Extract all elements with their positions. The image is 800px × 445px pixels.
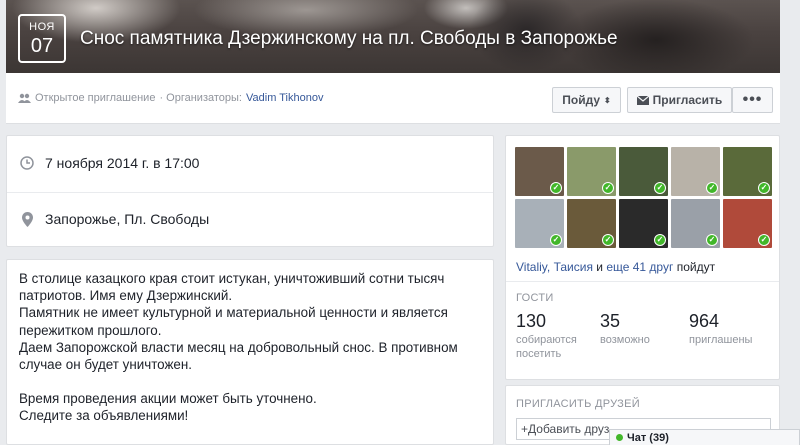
checkmark-icon: ✓ <box>706 182 718 194</box>
event-title: Снос памятника Дзержинскому на пл. Свобо… <box>80 28 618 49</box>
friend-avatar[interactable]: ✓ <box>619 147 668 196</box>
invite-button[interactable]: Пригласить <box>627 87 732 113</box>
invite-button-label: Пригласить <box>652 93 723 107</box>
stat-invited[interactable]: 964 приглашены <box>689 311 769 347</box>
privacy-label: Открытое приглашение <box>35 92 156 104</box>
friend-avatar[interactable]: ✓ <box>567 147 616 196</box>
checkmark-icon: ✓ <box>602 182 614 194</box>
online-status-icon <box>616 434 623 441</box>
friend-names-link[interactable]: Vitaliy, Таисия <box>516 260 593 274</box>
guests-card: ✓ ✓ ✓ ✓ ✓ ✓ ✓ ✓ ✓ ✓ Vitaliy, Таисия и еще 41 друг… <box>505 135 780 380</box>
checkmark-icon: ✓ <box>654 182 666 194</box>
checkmark-icon: ✓ <box>602 234 614 246</box>
details-divider <box>7 192 493 193</box>
going-suffix: пойдут <box>673 260 716 274</box>
event-date-row: 7 ноября 2014 г. в 17:00 <box>19 155 199 171</box>
friend-avatar[interactable]: ✓ <box>515 147 564 196</box>
friend-avatar[interactable]: ✓ <box>671 147 720 196</box>
more-friends-link[interactable]: еще 41 друг <box>606 260 673 274</box>
event-description: В столице казацкого края стоит истукан, … <box>19 270 485 442</box>
stat-invited-number: 964 <box>689 311 720 331</box>
checkmark-icon: ✓ <box>758 234 770 246</box>
chat-label: Чат (39) <box>627 431 669 444</box>
event-location-row[interactable]: Запорожье, Пл. Свободы <box>19 211 209 227</box>
checkmark-icon: ✓ <box>550 234 562 246</box>
clock-icon <box>19 156 35 170</box>
event-details-card: 7 ноября 2014 г. в 17:00 Запорожье, Пл. … <box>6 135 494 247</box>
stat-going[interactable]: 130 собираются посетить <box>516 311 596 361</box>
going-button[interactable]: Пойду ⬍ <box>552 87 621 113</box>
friends-going-photos: ✓ ✓ ✓ ✓ ✓ ✓ ✓ ✓ ✓ ✓ <box>515 147 772 248</box>
people-icon <box>18 93 31 103</box>
checkmark-icon: ✓ <box>654 234 666 246</box>
more-button[interactable]: ••• <box>732 87 773 113</box>
checkmark-icon: ✓ <box>758 182 770 194</box>
chat-bar[interactable]: Чат (39) <box>609 429 800 445</box>
event-description-card: В столице казацкого края стоит истукан, … <box>6 259 494 445</box>
checkmark-icon: ✓ <box>550 182 562 194</box>
guests-divider <box>506 281 779 282</box>
going-button-label: Пойду <box>562 93 601 107</box>
friend-avatar[interactable]: ✓ <box>723 199 772 248</box>
stat-invited-label: приглашены <box>689 334 753 346</box>
date-month: НОЯ <box>29 21 55 33</box>
friend-avatar[interactable]: ✓ <box>567 199 616 248</box>
friend-avatar[interactable]: ✓ <box>515 199 564 248</box>
stat-maybe[interactable]: 35 возможно <box>600 311 680 347</box>
stat-maybe-label: возможно <box>600 334 650 346</box>
stat-maybe-number: 35 <box>600 311 621 331</box>
guests-heading: ГОСТИ <box>516 292 554 304</box>
organizer-link[interactable]: Vadim Tikhonov <box>246 92 323 104</box>
map-pin-icon <box>19 211 35 227</box>
checkmark-icon: ✓ <box>706 234 718 246</box>
friend-avatar[interactable]: ✓ <box>723 147 772 196</box>
date-day: 07 <box>30 35 54 57</box>
event-date-badge: НОЯ 07 <box>18 14 66 63</box>
description-paragraph: В столице казацкого края стоит истукан, … <box>19 271 458 373</box>
invite-friends-heading: ПРИГЛАСИТЬ ДРУЗЕЙ <box>516 398 640 410</box>
friend-avatar[interactable]: ✓ <box>619 199 668 248</box>
friend-avatar[interactable]: ✓ <box>671 199 720 248</box>
stat-going-label: собираются посетить <box>516 334 577 360</box>
event-privacy-info: Открытое приглашение · Организаторы: Vad… <box>18 92 323 104</box>
organizers-label: · Организаторы: <box>159 92 242 104</box>
event-subbar: Открытое приглашение · Организаторы: Vad… <box>6 73 780 124</box>
and-text: и <box>592 260 607 274</box>
description-paragraph: Время проведения акции может быть уточне… <box>19 391 317 424</box>
updown-caret-icon: ⬍ <box>604 95 611 105</box>
event-date-text: 7 ноября 2014 г. в 17:00 <box>45 155 200 171</box>
stat-going-number: 130 <box>516 311 547 331</box>
event-location-text: Запорожье, Пл. Свободы <box>45 211 210 227</box>
envelope-icon <box>636 95 649 105</box>
friends-going-summary: Vitaliy, Таисия и еще 41 друг пойдут <box>516 260 715 274</box>
